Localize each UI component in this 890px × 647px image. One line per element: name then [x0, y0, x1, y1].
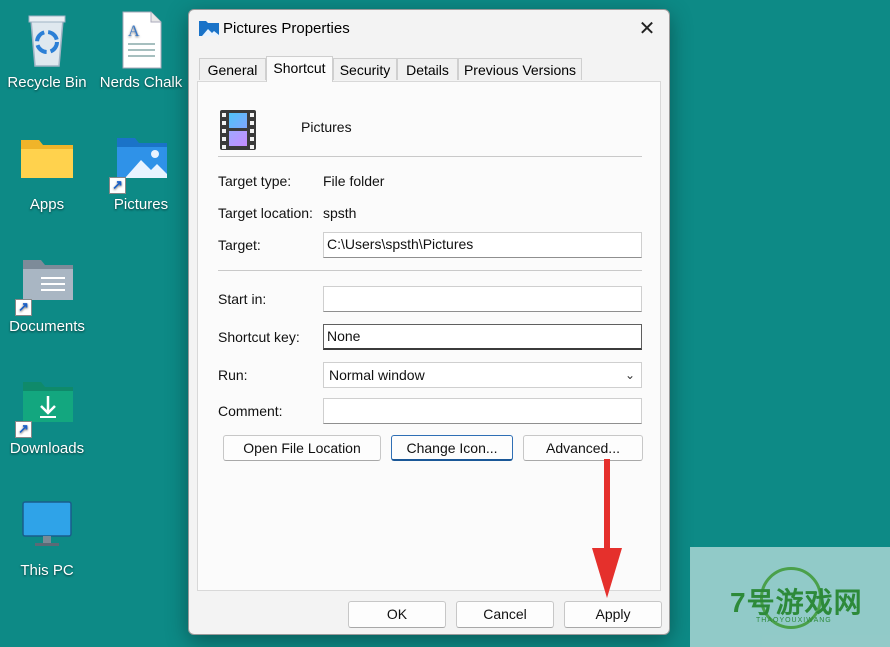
run-select-value: Normal window: [329, 367, 425, 383]
desktop-icon-label: Apps: [29, 196, 65, 213]
desktop-icon-nerds-chalk[interactable]: A Nerds Chalk: [94, 10, 188, 91]
downloads-folder-icon: ↗: [15, 376, 77, 438]
desktop-icon-this-pc[interactable]: This PC: [0, 498, 94, 579]
tab-shortcut[interactable]: Shortcut: [266, 56, 333, 82]
shortcut-key-input[interactable]: None: [323, 324, 642, 350]
comment-input[interactable]: [323, 398, 642, 424]
cancel-button[interactable]: Cancel: [456, 601, 554, 628]
shortcut-tab-panel: Pictures Target type: File folder Target…: [197, 81, 661, 591]
shortcut-arrow-icon: ↗: [15, 299, 32, 316]
dialog-title: Pictures Properties: [223, 20, 350, 37]
desktop-icon-label: Documents: [9, 318, 85, 335]
run-label: Run:: [218, 367, 248, 383]
shortcut-key-label: Shortcut key:: [218, 329, 300, 345]
pictures-folder-icon: [199, 20, 219, 36]
title-bar[interactable]: Pictures Properties ✕: [189, 10, 669, 48]
divider: [218, 156, 642, 157]
close-button[interactable]: ✕: [633, 16, 661, 42]
tab-security[interactable]: Security: [333, 58, 397, 80]
target-location-label: Target location:: [218, 205, 313, 221]
desktop-icon-label: This PC: [20, 562, 74, 579]
pictures-folder-icon: ↗: [109, 132, 171, 194]
start-in-input[interactable]: [323, 286, 642, 312]
ok-button[interactable]: OK: [348, 601, 446, 628]
recycle-bin-icon: [17, 10, 77, 70]
desktop-icon-label: Downloads: [9, 440, 85, 457]
desktop-icon-label: Nerds Chalk: [99, 74, 183, 91]
folder-icon: [17, 132, 77, 192]
properties-dialog: Pictures Properties ✕ General Shortcut S…: [188, 9, 670, 635]
target-location-value: spsth: [323, 205, 357, 221]
watermark-text: 7号游戏网: [730, 587, 863, 618]
close-icon: ✕: [638, 18, 656, 40]
document-icon: A: [111, 10, 171, 70]
shortcut-arrow-icon: ↗: [15, 421, 32, 438]
change-icon-button[interactable]: Change Icon...: [391, 435, 513, 461]
tab-details[interactable]: Details: [397, 58, 458, 80]
desktop-icon-label: Recycle Bin: [7, 74, 87, 91]
open-file-location-button[interactable]: Open File Location: [223, 435, 381, 461]
start-in-label: Start in:: [218, 291, 267, 307]
comment-label: Comment:: [218, 403, 283, 419]
tab-general[interactable]: General: [199, 58, 266, 80]
apply-button[interactable]: Apply: [564, 601, 662, 628]
target-type-value: File folder: [323, 173, 385, 189]
target-label: Target:: [218, 237, 261, 253]
tab-previous-versions[interactable]: Previous Versions: [458, 58, 582, 80]
watermark: 7号游戏网 THAOYOUXIWANG: [690, 547, 890, 647]
advanced-button[interactable]: Advanced...: [523, 435, 643, 461]
desktop-icon-recycle-bin[interactable]: Recycle Bin: [0, 10, 94, 91]
divider: [218, 270, 642, 271]
desktop-icon-pictures[interactable]: ↗ Pictures: [94, 132, 188, 213]
video-file-icon: [220, 110, 256, 150]
shortcut-arrow-icon: ↗: [109, 177, 126, 194]
desktop-icon-label: Pictures: [113, 196, 169, 213]
desktop-icon-apps[interactable]: Apps: [0, 132, 94, 213]
run-select[interactable]: Normal window ⌄: [323, 362, 642, 388]
target-input[interactable]: C:\Users\spsth\Pictures: [323, 232, 642, 258]
target-type-label: Target type:: [218, 173, 292, 189]
watermark-subtext: THAOYOUXIWANG: [756, 617, 832, 624]
desktop-icon-downloads[interactable]: ↗ Downloads: [0, 376, 94, 457]
monitor-icon: [17, 498, 77, 558]
documents-folder-icon: ↗: [15, 254, 77, 316]
chevron-down-icon: ⌄: [624, 368, 635, 382]
annotation-arrow-icon: [592, 548, 622, 598]
desktop-icon-documents[interactable]: ↗ Documents: [0, 254, 94, 335]
shortcut-name: Pictures: [301, 119, 352, 135]
svg-text:A: A: [128, 23, 140, 40]
